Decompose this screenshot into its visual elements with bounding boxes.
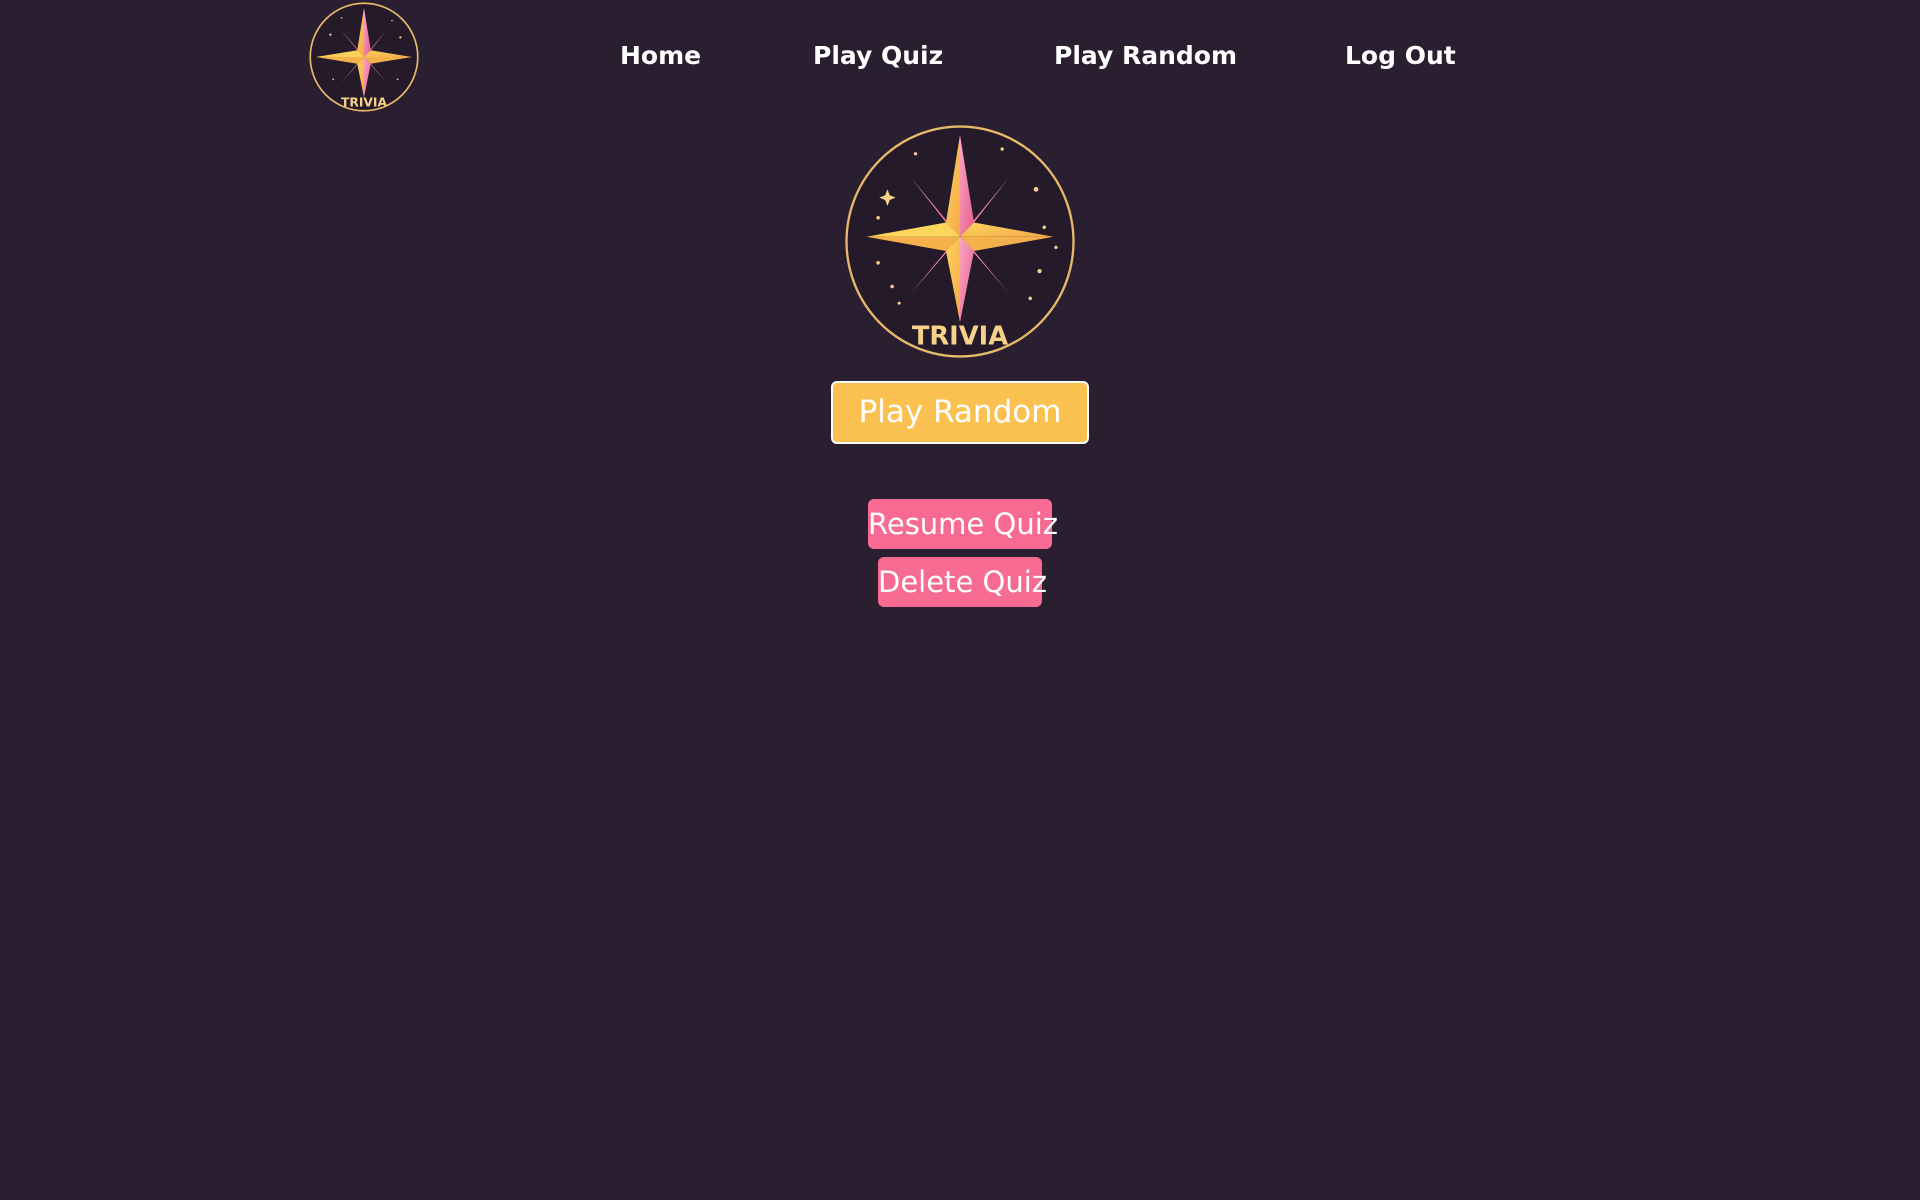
nav-logo[interactable]: TRIVIA <box>308 1 420 113</box>
svg-text:TRIVIA: TRIVIA <box>341 95 388 109</box>
nav-link-play-random[interactable]: Play Random <box>1054 38 1237 74</box>
trivia-star-logo-icon: TRIVIA <box>845 125 1075 358</box>
resume-quiz-button[interactable]: Resume Quiz <box>868 499 1058 549</box>
page: TRIVIA Home Play Quiz Play Random Log Ou… <box>0 0 1920 1200</box>
play-random-button[interactable]: Play Random <box>831 381 1089 444</box>
svg-text:TRIVIA: TRIVIA <box>912 321 1008 351</box>
hero-logo: TRIVIA <box>843 123 1077 360</box>
nav-link-home[interactable]: Home <box>620 38 701 74</box>
nav-link-log-out[interactable]: Log Out <box>1345 38 1456 74</box>
nav-link-play-quiz[interactable]: Play Quiz <box>813 38 943 74</box>
navbar: TRIVIA Home Play Quiz Play Random Log Ou… <box>0 0 1920 115</box>
trivia-star-logo-icon: TRIVIA <box>309 2 419 112</box>
delete-quiz-button[interactable]: Delete Quiz <box>878 557 1047 607</box>
